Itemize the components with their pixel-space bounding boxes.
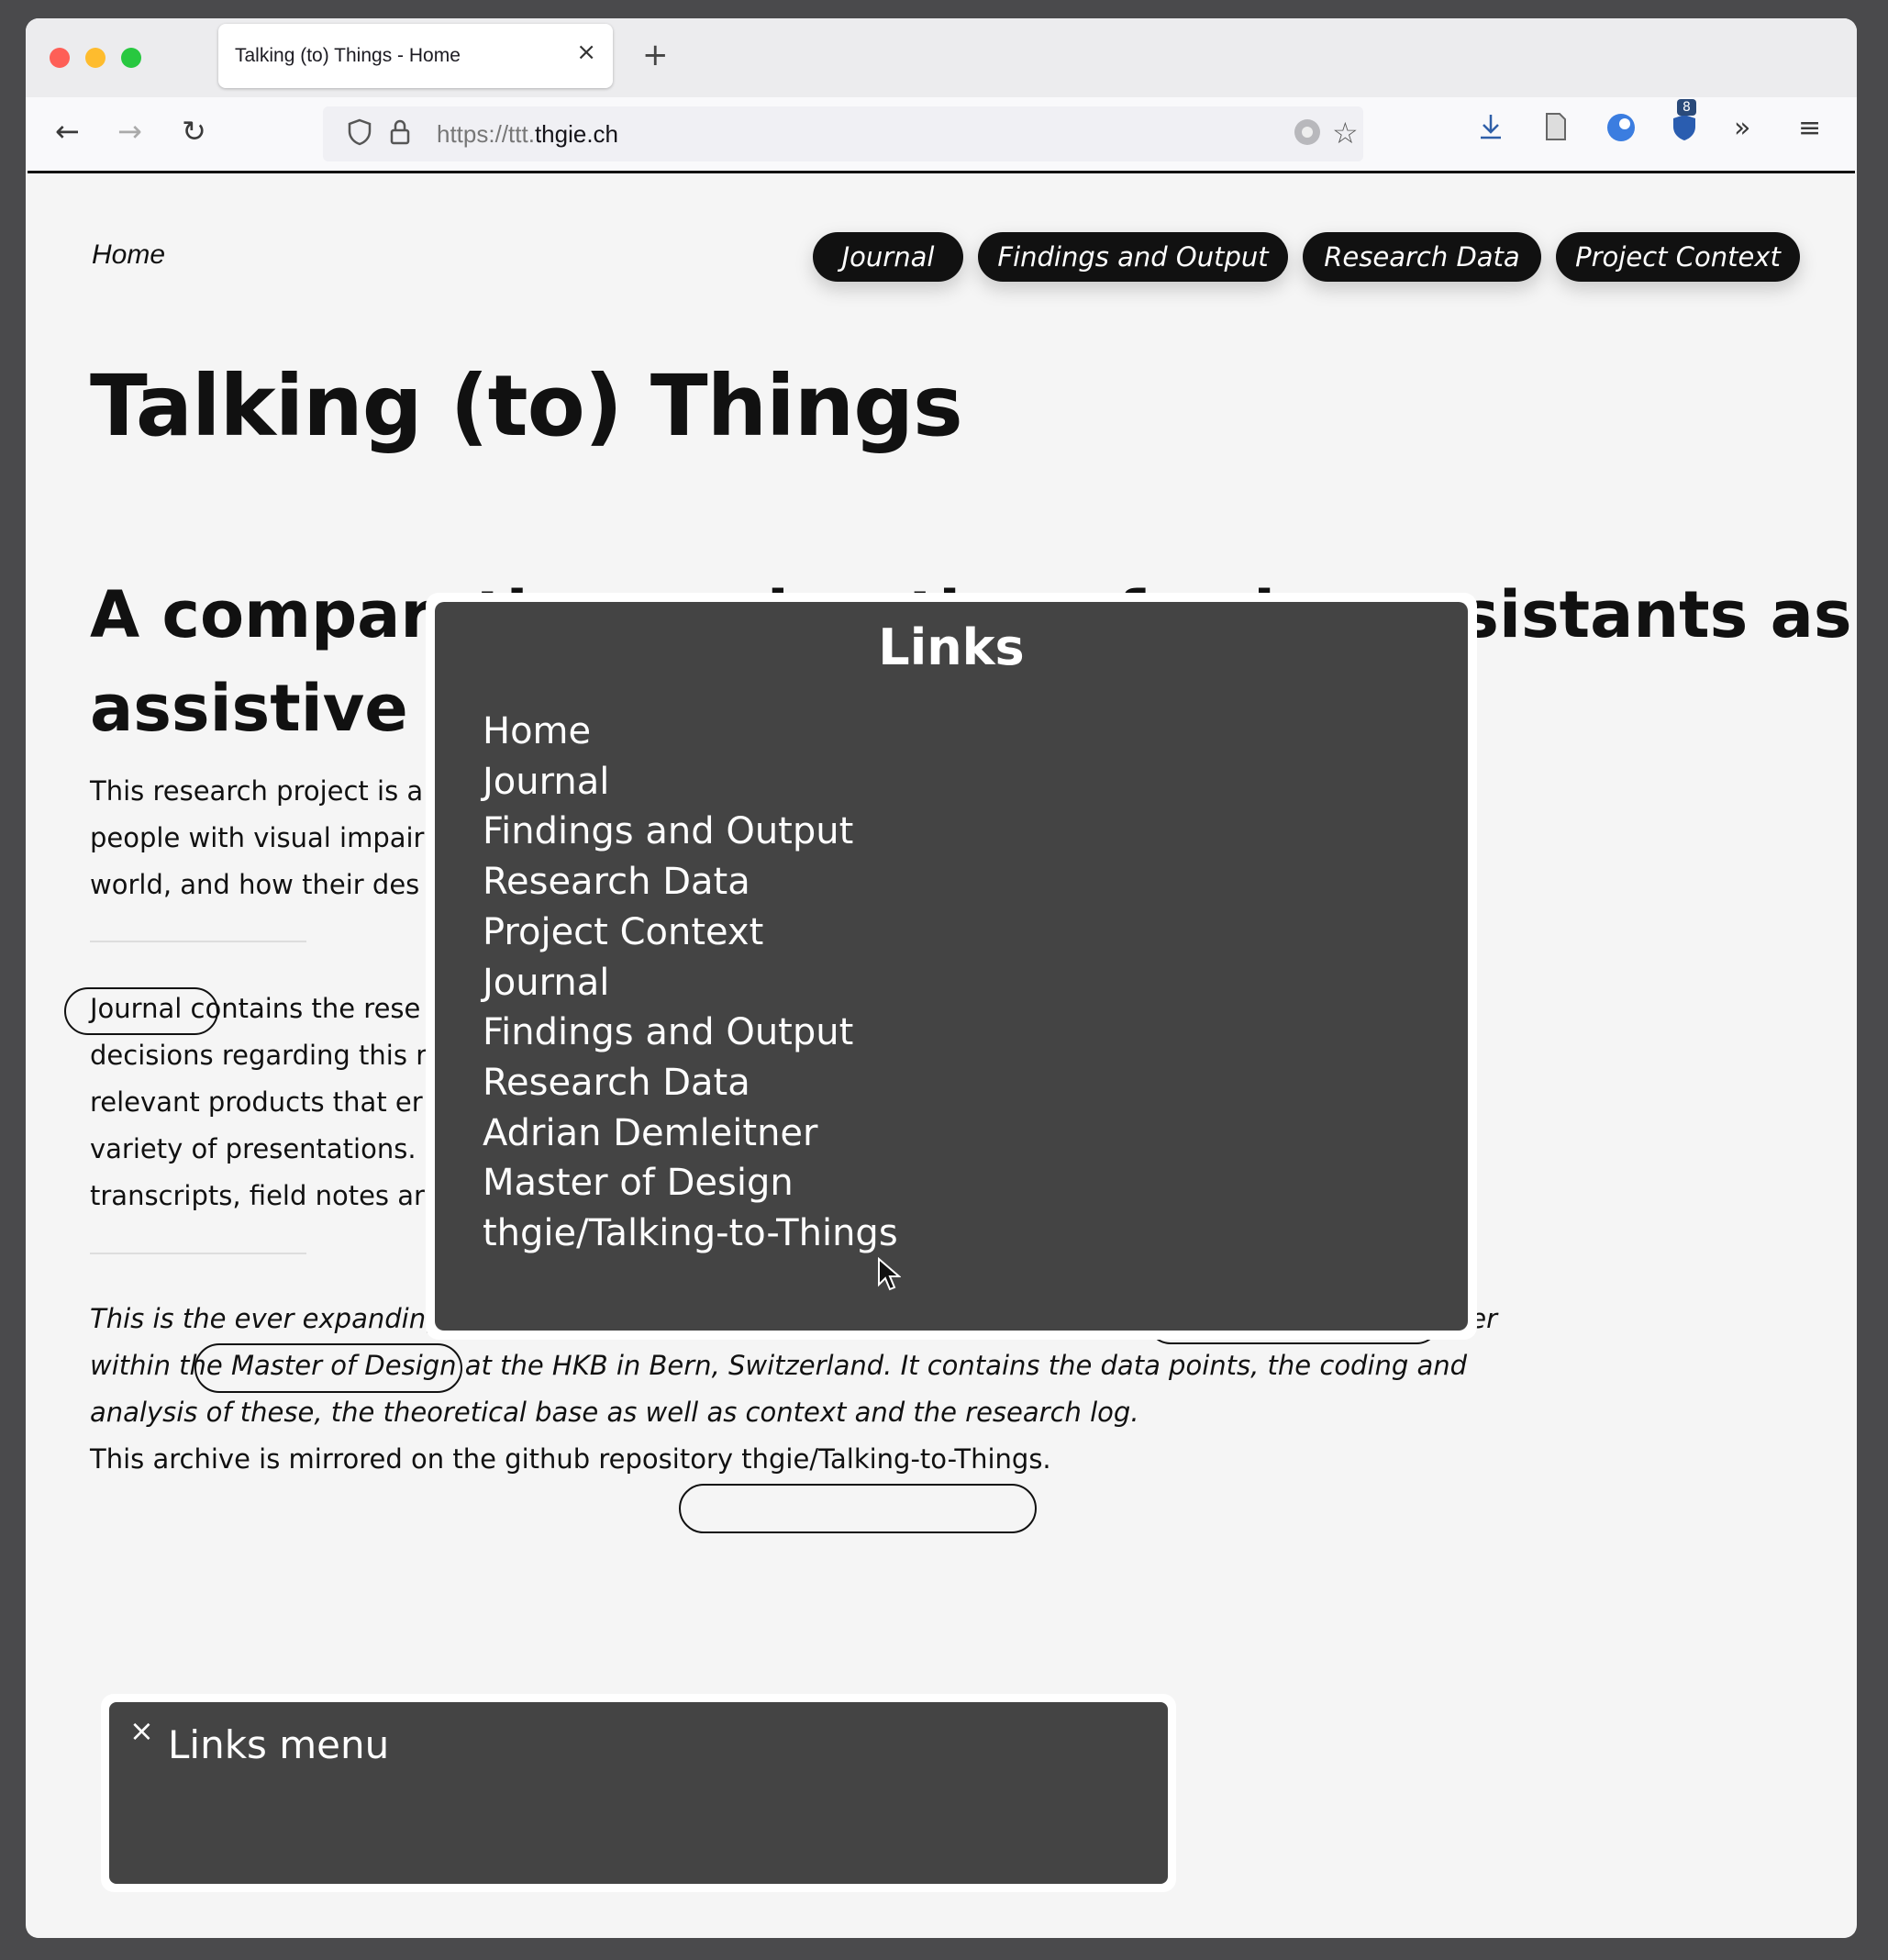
link-item-research-data[interactable]: Research Data [483, 857, 898, 908]
link-item-findings[interactable]: Findings and Output [483, 807, 898, 857]
bookmark-star-icon[interactable]: ☆ [1332, 116, 1359, 150]
nav-findings-button[interactable]: Findings and Output [978, 232, 1288, 282]
minimize-window-button[interactable] [85, 48, 106, 68]
nav-journal-button[interactable]: Journal [813, 232, 963, 282]
link-item-home[interactable]: Home [483, 707, 898, 757]
links-heading: Links [878, 618, 1025, 676]
link-item-journal-2[interactable]: Journal [483, 958, 898, 1008]
nav-research-data-button[interactable]: Research Data [1303, 232, 1541, 282]
intro-paragraph: This research project is a people with v… [90, 775, 425, 900]
url-bar[interactable]: https://ttt.thgie.ch ☆ [323, 106, 1363, 161]
overflow-icon[interactable]: » [1734, 112, 1750, 144]
page-icon[interactable] [1543, 112, 1569, 149]
zoom-window-button[interactable] [121, 48, 141, 68]
back-icon[interactable]: ← [55, 114, 80, 149]
links-menu-title: Links menu [168, 1722, 390, 1767]
link-item-research-data-2[interactable]: Research Data [483, 1058, 898, 1108]
nav-project-context-button[interactable]: Project Context [1556, 232, 1800, 282]
link-item-github-repo[interactable]: thgie/Talking-to-Things [483, 1208, 898, 1259]
nav-toolbar: ← → ↻ https://ttt.thgie.ch ☆ 8 » ≡ [26, 97, 1857, 171]
links-popup: Links Home Journal Findings and Output R… [426, 593, 1477, 1340]
github-link-focus-ring[interactable] [679, 1484, 1037, 1533]
menu-icon[interactable]: ≡ [1798, 112, 1821, 144]
page-title: Talking (to) Things [90, 357, 963, 455]
url-text[interactable]: https://ttt.thgie.ch [437, 120, 618, 149]
close-tab-icon[interactable]: × [576, 39, 596, 66]
links-menu-panel: × Links menu [101, 1694, 1176, 1892]
shield-icon[interactable] [347, 118, 372, 152]
link-item-project-context[interactable]: Project Context [483, 908, 898, 958]
reader-mode-icon[interactable] [1294, 118, 1321, 152]
mouse-cursor-icon [877, 1256, 902, 1300]
tab-bar: Talking (to) Things - Home × + [26, 18, 1857, 97]
link-item-journal[interactable]: Journal [483, 757, 898, 807]
new-tab-button[interactable]: + [642, 37, 669, 73]
reload-icon[interactable]: ↻ [182, 114, 206, 149]
active-tab[interactable]: Talking (to) Things - Home × [218, 24, 613, 88]
link-item-adrian-demleitner[interactable]: Adrian Demleitner [483, 1108, 898, 1159]
browser-window: Talking (to) Things - Home × + ← → ↻ htt… [26, 18, 1857, 1938]
forward-icon[interactable]: → [117, 114, 142, 149]
mirror-paragraph: This archive is mirrored on the github r… [90, 1443, 1051, 1475]
firefox-account-icon[interactable] [1605, 112, 1637, 150]
divider [90, 1253, 306, 1254]
download-icon[interactable] [1477, 112, 1505, 149]
lock-icon[interactable] [389, 118, 411, 152]
link-item-findings-2[interactable]: Findings and Output [483, 1008, 898, 1058]
divider [90, 941, 306, 942]
journal-link-focus-ring[interactable] [64, 987, 218, 1035]
extension-shield-icon[interactable] [1670, 112, 1699, 150]
breadcrumb[interactable]: Home [92, 239, 165, 271]
links-list: Home Journal Findings and Output Researc… [483, 707, 898, 1259]
tab-title: Talking (to) Things - Home [235, 45, 461, 66]
close-window-button[interactable] [50, 48, 70, 68]
close-icon[interactable]: × [129, 1713, 154, 1748]
link-item-master-of-design[interactable]: Master of Design [483, 1158, 898, 1208]
master-of-design-link-focus-ring[interactable] [194, 1343, 462, 1393]
extension-badge: 8 [1677, 99, 1696, 116]
